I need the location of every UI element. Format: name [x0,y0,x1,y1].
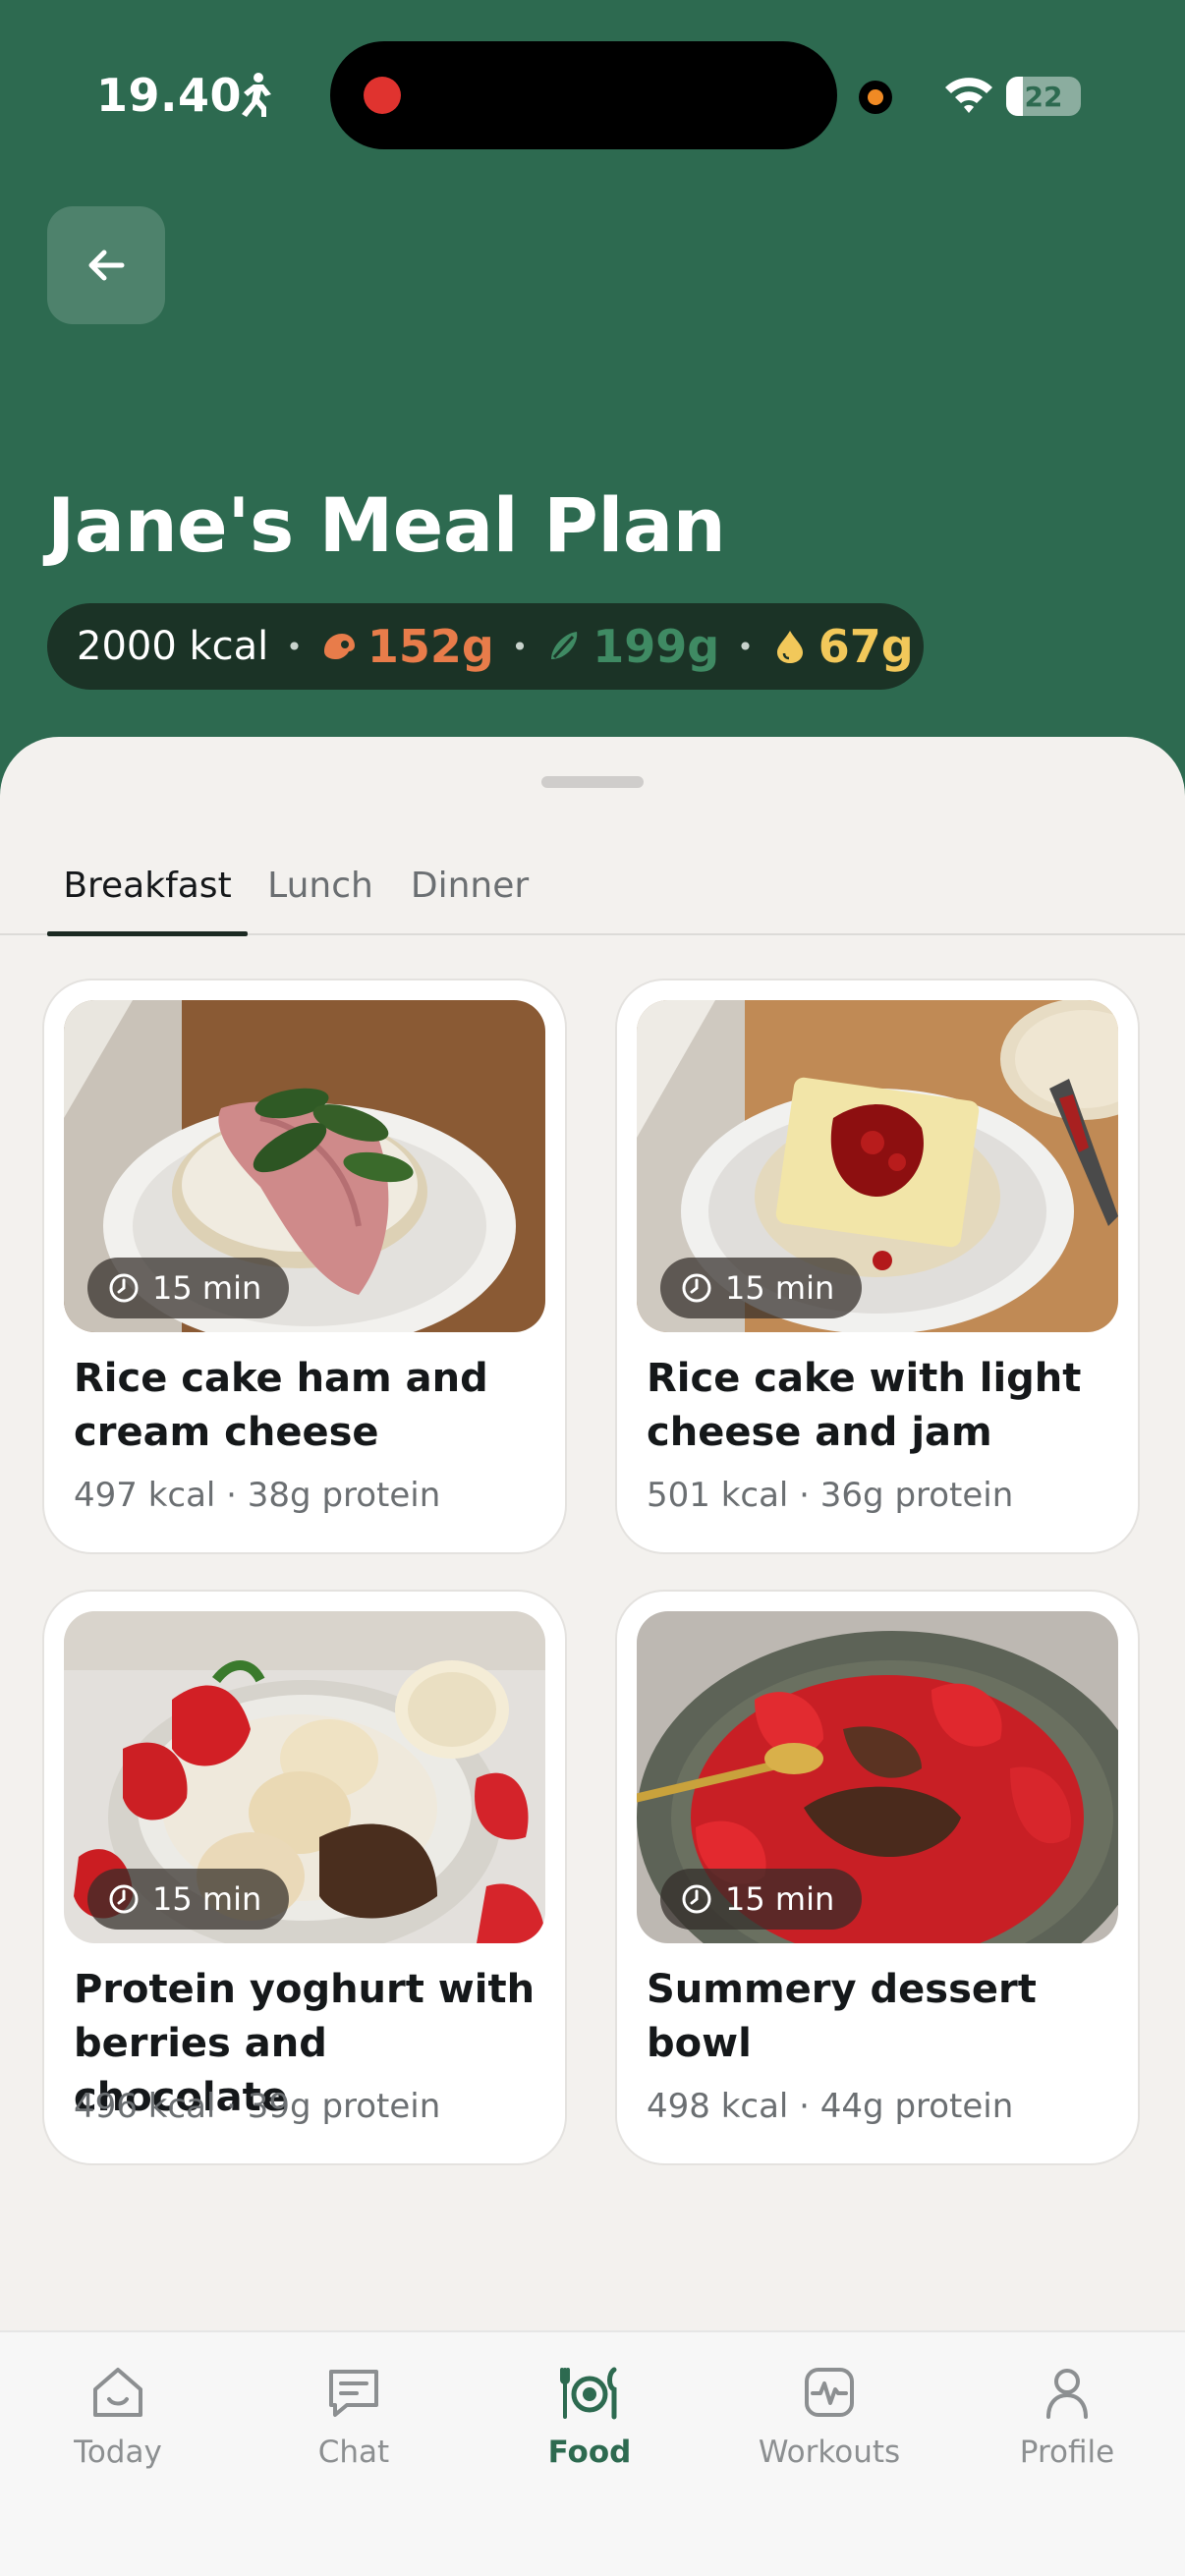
wifi-icon [945,78,992,113]
fat-drop-icon [776,631,803,663]
battery-level: 22 [1024,80,1063,113]
arrow-left-icon [88,250,125,281]
back-button[interactable] [47,206,165,324]
nav-today[interactable]: Today [20,2362,216,2480]
camera-indicator [859,81,892,114]
tab-lunch[interactable]: Lunch [257,835,383,935]
page-title: Jane's Meal Plan [47,481,726,569]
meal-name: Summery dessert bowl [647,1967,1037,2066]
status-time: 19.40 [96,69,243,122]
fat-value: 67g [818,620,914,673]
bottom-navigation: Today Chat Food Workouts Profile [0,2330,1185,2576]
clock-icon [109,1884,139,1914]
nav-label: Food [547,2435,632,2470]
prep-time-badge: 15 min [87,1258,290,1318]
prep-time: 15 min [152,1880,262,1918]
dynamic-island [330,41,837,149]
tab-dinner[interactable]: Dinner [401,835,538,935]
nav-label: Today [74,2435,162,2470]
chat-icon [329,2370,378,2417]
person-icon [1046,2369,1088,2419]
meal-sheet: Breakfast Lunch Dinner 15 min Rice cake … [0,737,1185,2576]
drag-handle[interactable] [541,776,644,788]
carbs-icon [551,632,578,659]
meal-nutrition: 501 kcal · 36g protein [647,1476,1014,1515]
meal-card[interactable]: 15 min Summery dessert bowl 498 kcal · 4… [615,1590,1140,2165]
prep-time: 15 min [725,1880,835,1918]
prep-time-badge: 15 min [660,1258,863,1318]
meal-nutrition: 496 kcal · 39g protein [74,2087,441,2126]
recording-indicator [364,77,401,114]
tab-breakfast[interactable]: Breakfast [47,835,248,935]
nav-label: Profile [1019,2435,1115,2470]
meal-card[interactable]: 15 min Rice cake with light cheese and j… [615,979,1140,1554]
protein-icon [323,634,355,659]
nav-profile[interactable]: Profile [969,2362,1165,2480]
protein-value: 152g [367,620,494,673]
nav-label: Workouts [758,2435,901,2470]
macro-summary: 2000 kcal • 152g • 199g • 67g [47,603,924,690]
header-section: 19.40 22 Jane's Meal Plan 2000 kcal • 15… [0,0,1185,786]
active-tab-indicator [47,931,248,936]
activity-icon [805,2368,854,2417]
prep-time: 15 min [725,1269,835,1307]
battery-indicator: 22 [1006,77,1081,116]
meal-nutrition: 497 kcal · 38g protein [74,1476,441,1515]
nav-label: Chat [317,2435,390,2470]
plate-icon [560,2367,617,2420]
meal-card[interactable]: 15 min Rice cake ham and cream cheese 49… [42,979,567,1554]
carbs-value: 199g [592,620,720,673]
house-icon [93,2368,142,2417]
meal-name: Rice cake with light cheese and jam [647,1356,1082,1455]
protein-macro: 152g [320,620,494,673]
prep-time: 15 min [152,1269,262,1307]
separator: • [511,630,529,663]
calories-value: 2000 kcal [77,624,269,669]
prep-time-badge: 15 min [87,1869,290,1930]
meal-tabs: Breakfast Lunch Dinner [0,835,1185,936]
nav-food[interactable]: Food [491,2362,688,2480]
prep-time-badge: 15 min [660,1869,863,1930]
separator: • [286,630,303,663]
fat-macro: 67g [771,620,914,673]
meal-name: Rice cake ham and cream cheese [74,1356,488,1455]
status-bar: 19.40 22 [0,0,1185,187]
clock-icon [682,1273,711,1303]
nav-workouts[interactable]: Workouts [731,2362,928,2480]
separator: • [737,630,754,663]
meal-nutrition: 498 kcal · 44g protein [647,2087,1014,2126]
meal-card[interactable]: 15 min Protein yoghurt with berries and … [42,1590,567,2165]
running-icon [242,73,271,117]
clock-icon [109,1273,139,1303]
carbs-macro: 199g [545,620,719,673]
clock-icon [682,1884,711,1914]
nav-chat[interactable]: Chat [255,2362,452,2480]
